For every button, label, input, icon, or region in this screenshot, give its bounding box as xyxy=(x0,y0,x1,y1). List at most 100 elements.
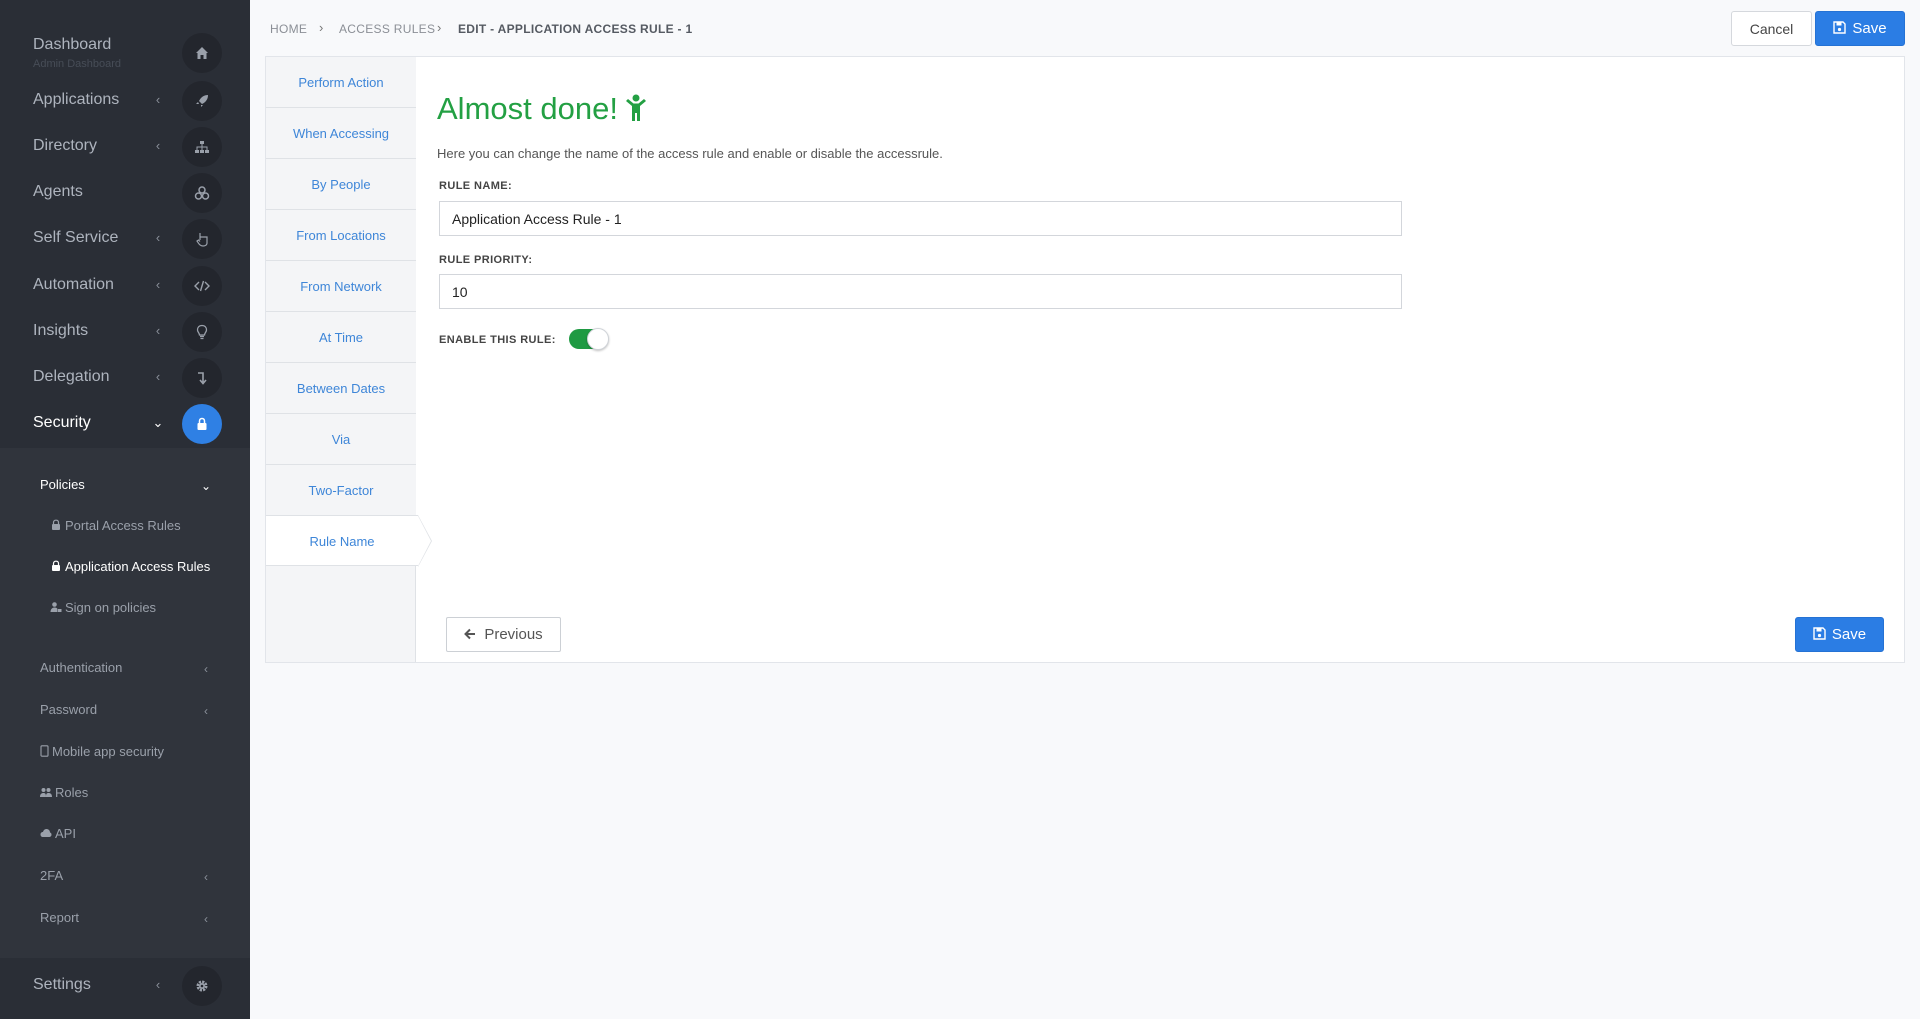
subnav-item-label: API xyxy=(55,826,76,841)
sidebar-item-insights[interactable]: Insights ‹ xyxy=(0,309,250,355)
subnav-item-label: Application Access Rules xyxy=(65,559,211,574)
sitemap-icon xyxy=(182,127,222,167)
subnav-item-label: Password xyxy=(40,702,98,717)
user-lock-icon xyxy=(50,602,62,612)
sidebar-item-applications[interactable]: Applications ‹ xyxy=(0,78,250,124)
subnav-item-label: Sign on policies xyxy=(65,600,157,615)
subnav-item-portal-access-rules[interactable]: Portal Access Rules xyxy=(0,509,250,545)
rule-name-label: RULE NAME: xyxy=(439,180,513,192)
chevron-left-icon: ‹ xyxy=(155,369,161,384)
subnav-item-mobile-app-security[interactable]: Mobile app security xyxy=(0,735,250,771)
subnav-item-password[interactable]: Password ‹ xyxy=(0,693,250,729)
step-by-people[interactable]: By People xyxy=(266,159,416,210)
lock-icon xyxy=(182,404,222,444)
previous-button[interactable]: Previous xyxy=(446,617,561,652)
sidebar-item-security[interactable]: Security ⌄ xyxy=(0,401,250,447)
chevron-left-icon: ‹ xyxy=(204,662,208,676)
chevron-down-icon: ⌄ xyxy=(200,479,212,493)
breadcrumb-home[interactable]: HOME xyxy=(270,22,307,36)
chevron-down-icon: ⌄ xyxy=(152,415,164,430)
subnav-item-policies[interactable]: Policies ⌄ xyxy=(0,468,250,504)
sidebar-item-label: Insights xyxy=(33,322,89,339)
step-from-network[interactable]: From Network xyxy=(266,261,416,312)
top-bar: HOME › ACCESS RULES › EDIT - APPLICATION… xyxy=(250,0,1920,54)
chevron-right-icon: › xyxy=(437,20,442,35)
step-two-factor[interactable]: Two-Factor xyxy=(266,465,416,516)
rule-name-input[interactable] xyxy=(439,201,1402,236)
rule-priority-input[interactable] xyxy=(439,274,1402,309)
arrow-left-icon xyxy=(464,628,476,640)
sidebar-item-label: Security xyxy=(33,414,91,431)
cubes-icon xyxy=(182,173,222,213)
enable-rule-toggle[interactable] xyxy=(569,328,609,350)
subnav-item-sign-on-policies[interactable]: Sign on policies xyxy=(0,591,250,627)
subnav-item-application-access-rules[interactable]: Application Access Rules xyxy=(0,550,250,586)
sidebar-item-directory[interactable]: Directory ‹ xyxy=(0,124,250,170)
chevron-left-icon: ‹ xyxy=(204,912,208,926)
gear-icon xyxy=(182,966,222,1006)
subnav-item-label: Report xyxy=(40,910,80,925)
step-label: Rule Name xyxy=(309,534,375,549)
step-perform-action[interactable]: Perform Action xyxy=(266,57,416,108)
child-icon xyxy=(625,94,646,121)
save-button[interactable]: Save xyxy=(1815,11,1905,46)
step-via[interactable]: Via xyxy=(266,414,416,465)
page-title: Almost done! xyxy=(437,91,648,127)
mobile-icon xyxy=(40,745,49,757)
rule-editor-panel: Perform Action When Accessing By People … xyxy=(265,56,1905,663)
step-between-dates[interactable]: Between Dates xyxy=(266,363,416,414)
subnav-item-roles[interactable]: Roles xyxy=(0,776,250,812)
subnav-item-authentication[interactable]: Authentication ‹ xyxy=(0,651,250,687)
sidebar-item-self-service[interactable]: Self Service ‹ xyxy=(0,216,250,262)
lock-icon xyxy=(52,560,60,571)
rule-priority-label: RULE PRIORITY: xyxy=(439,254,533,266)
subnav-item-report[interactable]: Report ‹ xyxy=(0,901,250,937)
subnav-item-label: 2FA xyxy=(40,868,64,883)
step-rule-name[interactable]: Rule Name xyxy=(266,515,432,567)
chevron-left-icon: ‹ xyxy=(204,704,208,718)
rocket-icon xyxy=(182,81,222,121)
chevron-left-icon: ‹ xyxy=(155,323,161,338)
subnav-item-api[interactable]: API xyxy=(0,817,250,853)
sidebar-item-settings[interactable]: Settings ‹ xyxy=(0,963,250,1009)
sidebar-item-dashboard[interactable]: Dashboard Admin Dashboard xyxy=(0,30,250,76)
subnav-item-label: Portal Access Rules xyxy=(65,518,181,533)
chevron-right-icon: › xyxy=(319,20,324,35)
home-icon xyxy=(182,33,222,73)
sidebar-item-delegation[interactable]: Delegation ‹ xyxy=(0,355,250,401)
sidebar-item-automation[interactable]: Automation ‹ xyxy=(0,263,250,309)
chevron-left-icon: ‹ xyxy=(155,277,161,292)
floppy-icon xyxy=(1833,21,1847,34)
breadcrumb-current: EDIT - APPLICATION ACCESS RULE - 1 xyxy=(458,22,693,36)
cancel-button[interactable]: Cancel xyxy=(1731,11,1812,46)
lock-icon xyxy=(52,519,60,530)
save-button-label: Save xyxy=(1852,20,1887,37)
step-from-locations[interactable]: From Locations xyxy=(266,210,416,261)
sidebar-item-label: Automation xyxy=(33,276,114,293)
step-when-accessing[interactable]: When Accessing xyxy=(266,108,416,159)
wizard-steps: Perform Action When Accessing By People … xyxy=(266,57,432,662)
previous-button-label: Previous xyxy=(484,626,543,643)
security-subnav: Policies ⌄ Portal Access Rules Applicati… xyxy=(0,448,250,958)
breadcrumb-access-rules[interactable]: ACCESS RULES xyxy=(339,22,435,36)
sidebar-item-label: Dashboard xyxy=(33,36,112,53)
sidebar-item-agents[interactable]: Agents xyxy=(0,170,250,216)
sidebar-item-label: Agents xyxy=(33,183,83,200)
toggle-knob xyxy=(587,328,609,350)
enable-rule-label: ENABLE THIS RULE: xyxy=(439,334,556,346)
sidebar-item-sublabel: Admin Dashboard xyxy=(33,58,122,70)
subnav-item-label: Authentication xyxy=(40,660,123,675)
lightbulb-icon xyxy=(182,312,222,352)
users-icon xyxy=(40,788,52,797)
subnav-item-2fa[interactable]: 2FA ‹ xyxy=(0,859,250,895)
sidebar-item-label: Applications xyxy=(33,91,120,108)
active-step-arrow-fill xyxy=(418,516,431,566)
step-at-time[interactable]: At Time xyxy=(266,312,416,363)
hand-pointer-icon xyxy=(182,219,222,259)
footer-save-button[interactable]: Save xyxy=(1795,617,1884,652)
page-title-text: Almost done! xyxy=(437,91,618,126)
sidebar-item-label: Delegation xyxy=(33,368,110,385)
chevron-left-icon: ‹ xyxy=(155,977,161,992)
subnav-item-label: Roles xyxy=(55,785,89,800)
sidebar-item-label: Directory xyxy=(33,137,98,154)
